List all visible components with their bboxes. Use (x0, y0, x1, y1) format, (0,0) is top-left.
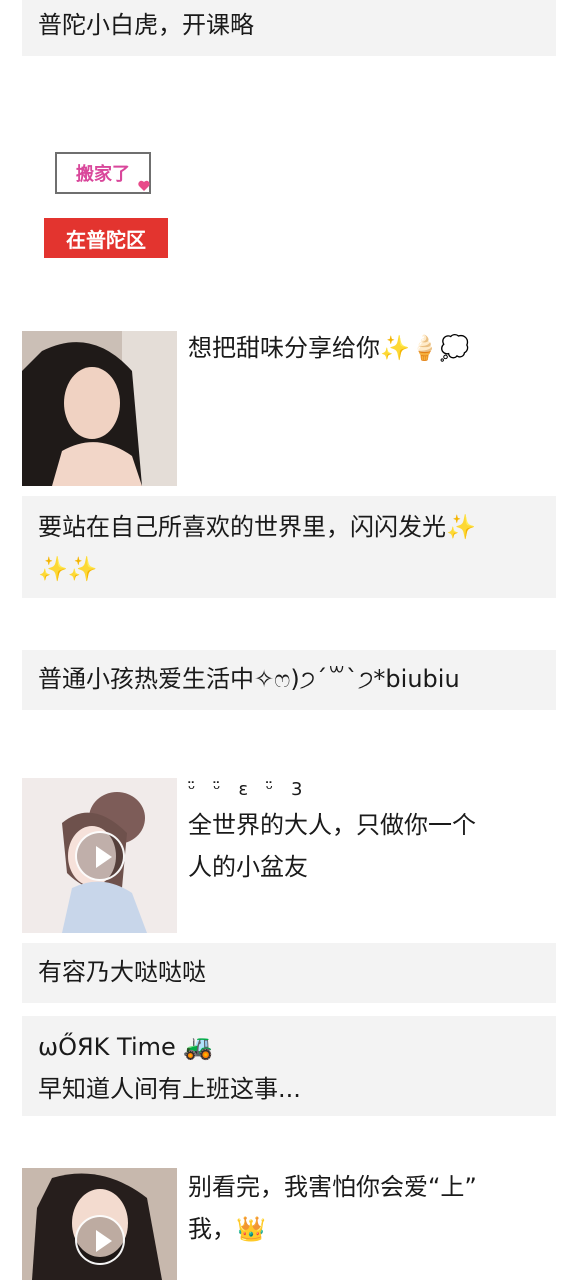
sticker-district: 在普陀区 (44, 218, 168, 258)
text-post[interactable]: ωŐЯK Time 🚜 早知道人间有上班这事... (22, 1016, 556, 1116)
post-line: 早知道人间有上班这事... (38, 1075, 301, 1103)
post-text: 普陀小白虎，开课略 (38, 11, 254, 39)
post-text: 有容乃大哒哒哒 (38, 958, 206, 986)
video-thumbnail[interactable] (22, 778, 177, 933)
play-icon[interactable] (74, 1215, 125, 1265)
post-caption: 想把甜味分享给你✨🍦💭 (188, 327, 558, 369)
post-text: 普通小孩热爱生活中✧ෆ)੭ˊ꒳ˋ੭*biubiu (38, 665, 460, 693)
post-line: 要站在自己所喜欢的世界里，闪闪发光✨ (38, 513, 476, 541)
caption-line: 人的小盆友 (188, 853, 308, 881)
sparkle-icecream-bubble-emoji: ✨🍦💭 (380, 334, 470, 362)
text-post[interactable]: 普陀小白虎，开课略 (22, 0, 556, 56)
post-caption: ᵕ̈ ᵕ̈ ε ᵕ̈ 3 全世界的大人，只做你一个 人的小盆友 (188, 776, 558, 888)
text-post[interactable]: 有容乃大哒哒哒 (22, 943, 556, 1003)
post-caption: 别看完，我害怕你会爱“上” 我，👑 (188, 1166, 558, 1250)
caption-line: 全世界的大人，只做你一个 (188, 811, 476, 839)
text-post[interactable]: 要站在自己所喜欢的世界里，闪闪发光✨ ✨✨ (22, 496, 556, 598)
sticker-text-top: 搬家了 (76, 164, 130, 185)
caption-line: 别看完，我害怕你会爱“上” (188, 1173, 477, 1201)
caption-line: ᵕ̈ ᵕ̈ ε ᵕ̈ 3 (188, 779, 309, 800)
heart-icon (138, 180, 150, 191)
sticker-moved: 搬家了 (55, 152, 151, 194)
post-line: ωŐЯK Time 🚜 (38, 1033, 214, 1061)
caption-line: 我，👑 (188, 1215, 266, 1243)
post-feed: 普陀小白虎，开课略 搬家了 在普陀区 想把甜味分享给你✨🍦💭 要站在自己所喜欢的… (0, 0, 582, 1280)
text-post[interactable]: 普通小孩热爱生活中✧ෆ)੭ˊ꒳ˋ੭*biubiu (22, 650, 556, 710)
post-line: ✨✨ (38, 555, 98, 583)
play-icon[interactable] (74, 830, 125, 881)
sticker-text-bottom: 在普陀区 (66, 227, 146, 252)
caption-text: 想把甜味分享给你 (188, 334, 380, 362)
portrait-image (22, 331, 177, 486)
photo-thumbnail[interactable] (22, 331, 177, 486)
video-thumbnail[interactable] (22, 1168, 177, 1280)
